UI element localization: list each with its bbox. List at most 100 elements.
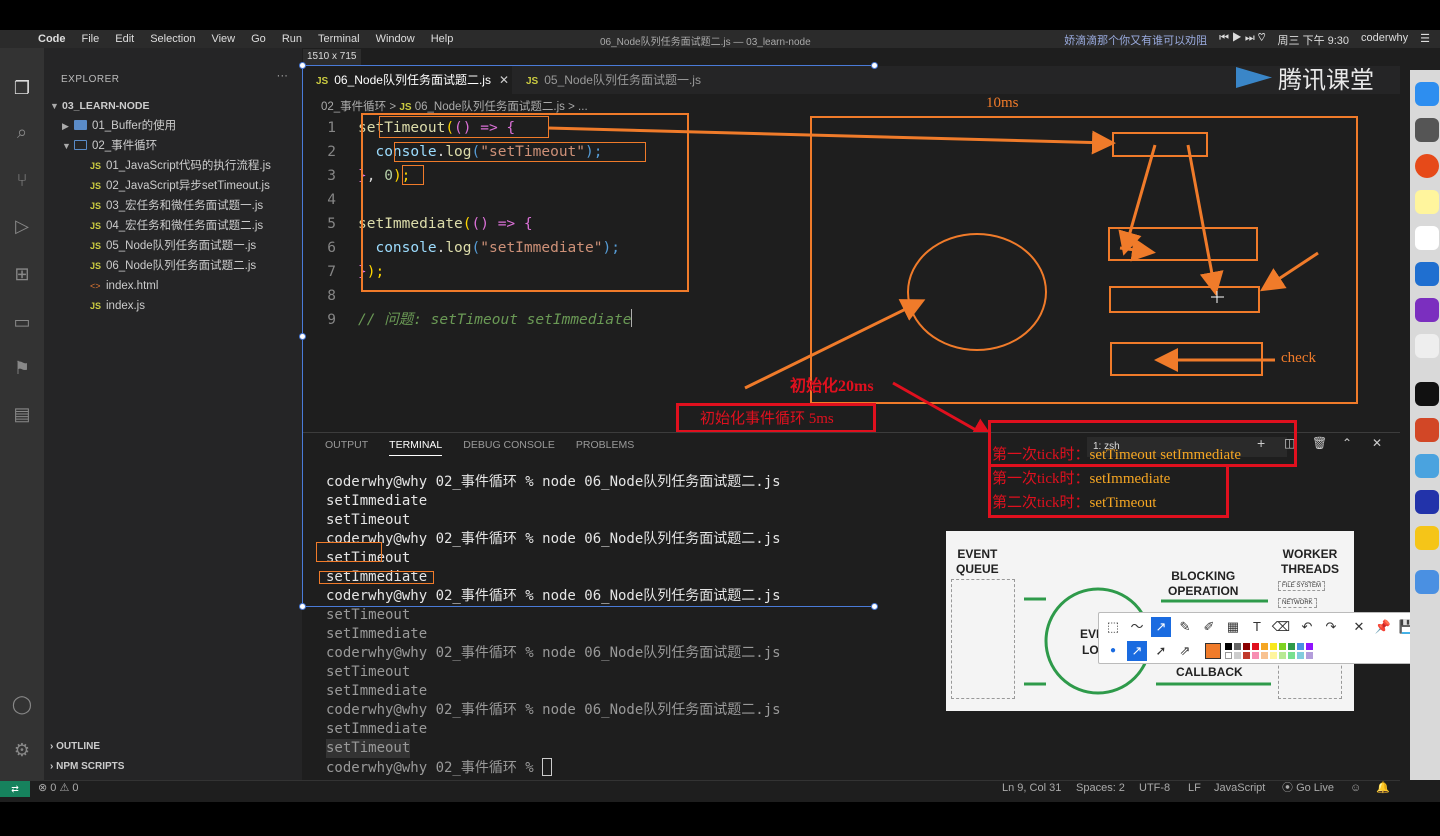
launchpad-icon[interactable] <box>1415 118 1439 142</box>
language-mode[interactable]: JavaScript <box>1214 781 1265 795</box>
remote-indicator-icon[interactable]: ⇄ <box>0 781 30 797</box>
run-debug-icon[interactable]: ▷ <box>10 214 34 238</box>
source-control-icon[interactable]: ⑂ <box>10 168 34 192</box>
current-color-swatch[interactable] <box>1205 643 1221 659</box>
resize-handle[interactable] <box>299 62 306 69</box>
folder-icon[interactable]: ▤ <box>10 402 34 426</box>
menu-terminal[interactable]: Terminal <box>310 33 368 45</box>
color-swatch[interactable] <box>1297 652 1304 659</box>
workspace-root[interactable]: ▼ 03_LEARN-NODE <box>44 96 302 116</box>
color-swatch[interactable] <box>1252 643 1259 650</box>
typora-icon[interactable] <box>1415 334 1439 358</box>
line-endings[interactable]: LF <box>1188 781 1201 795</box>
bookmark-icon[interactable]: ⚑ <box>10 356 34 380</box>
more-actions-icon[interactable]: ··· <box>277 70 289 82</box>
pin-icon[interactable]: 📌 <box>1373 617 1393 637</box>
resize-handle[interactable] <box>871 62 878 69</box>
account-icon[interactable]: ◯ <box>10 692 34 716</box>
file-item[interactable]: JS 04_宏任务和微任务面试题二.js <box>44 216 302 236</box>
color-swatch[interactable] <box>1261 652 1268 659</box>
indentation[interactable]: Spaces: 2 <box>1076 781 1125 795</box>
folder-icon[interactable] <box>1415 570 1439 594</box>
problems-count[interactable]: ⊗ 0 ⚠ 0 <box>38 781 78 795</box>
file-item[interactable]: JS 05_Node队列任务面试题一.js <box>44 236 302 256</box>
resize-handle[interactable] <box>299 603 306 610</box>
menu-edit[interactable]: Edit <box>107 33 142 45</box>
app-icon[interactable] <box>1415 526 1439 550</box>
resize-handle[interactable] <box>871 603 878 610</box>
color-swatch[interactable] <box>1306 652 1313 659</box>
menu-run[interactable]: Run <box>274 33 310 45</box>
files-icon[interactable]: ❐ <box>10 76 34 100</box>
menu-help[interactable]: Help <box>423 33 462 45</box>
user-name[interactable]: coderwhy <box>1361 32 1408 48</box>
feedback-icon[interactable]: ☺ <box>1350 781 1361 795</box>
menu-file[interactable]: File <box>74 33 108 45</box>
marker-icon[interactable]: ✐ <box>1199 617 1219 637</box>
maximize-panel-icon[interactable]: ⌃ <box>1342 436 1352 450</box>
color-swatch[interactable] <box>1306 643 1313 650</box>
curve-icon[interactable]: 〜 <box>1127 617 1147 637</box>
app-icon[interactable] <box>1415 454 1439 478</box>
npm-scripts-section[interactable]: › NPM SCRIPTS <box>50 761 124 772</box>
clock[interactable]: 周三 下午 9:30 <box>1278 32 1350 48</box>
redo-icon[interactable]: ↷ <box>1321 617 1341 637</box>
go-live-button[interactable]: ⦿ Go Live <box>1282 781 1334 795</box>
app-icon[interactable] <box>1415 490 1439 514</box>
menu-window[interactable]: Window <box>368 33 423 45</box>
notifications-icon[interactable]: 🔔 <box>1376 781 1390 795</box>
arrow-style-3-icon[interactable]: ⇗ <box>1175 641 1195 661</box>
color-swatch[interactable] <box>1243 643 1250 650</box>
search-icon[interactable]: ⌕ <box>10 120 34 144</box>
trash-icon[interactable]: 🗑 <box>1312 436 1327 450</box>
undo-icon[interactable]: ↶ <box>1297 617 1317 637</box>
arrow-tool-icon[interactable]: ↗ <box>1151 617 1171 637</box>
menu-app[interactable]: Code <box>30 33 74 45</box>
text-tool-icon[interactable]: T <box>1247 617 1267 637</box>
vscode-icon[interactable] <box>1415 262 1439 286</box>
arrow-style-2-icon[interactable]: ➚ <box>1151 641 1171 661</box>
resize-handle[interactable] <box>299 333 306 340</box>
color-swatch[interactable] <box>1288 652 1295 659</box>
file-item[interactable]: JS index.js <box>44 296 302 316</box>
chrome-icon[interactable] <box>1415 154 1439 178</box>
calendar-icon[interactable] <box>1415 226 1439 250</box>
file-item[interactable]: <> index.html <box>44 276 302 296</box>
pen-icon[interactable]: ✎ <box>1175 617 1195 637</box>
color-swatch[interactable] <box>1270 643 1277 650</box>
file-item[interactable]: JS 02_JavaScript异步setTimeout.js <box>44 176 302 196</box>
eraser-icon[interactable]: ⌫ <box>1271 617 1291 637</box>
mosaic-icon[interactable]: ▦ <box>1223 617 1243 637</box>
control-center-icon[interactable]: ☰ <box>1420 32 1430 48</box>
terminal-icon[interactable] <box>1415 382 1439 406</box>
settings-gear-icon[interactable]: ⚙ <box>10 738 34 762</box>
notes-icon[interactable] <box>1415 190 1439 214</box>
color-swatch[interactable] <box>1279 652 1286 659</box>
media-controls-icon[interactable]: ⏮ ▶ ⏭ ♡ <box>1219 32 1265 48</box>
folder-buffer[interactable]: ▶ 01_Buffer的使用 <box>44 116 302 136</box>
extensions-icon[interactable]: ⊞ <box>10 262 34 286</box>
encoding[interactable]: UTF-8 <box>1139 781 1170 795</box>
color-swatch[interactable] <box>1234 652 1241 659</box>
arrow-style-icon[interactable]: ↗ <box>1127 641 1147 661</box>
color-swatch[interactable] <box>1252 652 1259 659</box>
color-swatch[interactable] <box>1288 643 1295 650</box>
onenote-icon[interactable] <box>1415 298 1439 322</box>
size-dot-icon[interactable]: ● <box>1103 641 1123 661</box>
color-swatch[interactable] <box>1261 643 1268 650</box>
color-swatch[interactable] <box>1234 643 1241 650</box>
menu-go[interactable]: Go <box>243 33 274 45</box>
powerpoint-icon[interactable] <box>1415 418 1439 442</box>
file-item[interactable]: JS 01_JavaScript代码的执行流程.js <box>44 156 302 176</box>
color-swatch[interactable] <box>1297 643 1304 650</box>
color-swatch[interactable] <box>1279 643 1286 650</box>
close-panel-icon[interactable]: ✕ <box>1372 436 1382 450</box>
finder-icon[interactable] <box>1415 82 1439 106</box>
menu-view[interactable]: View <box>203 33 243 45</box>
color-swatch[interactable] <box>1270 652 1277 659</box>
outline-section[interactable]: › OUTLINE <box>50 741 100 752</box>
cancel-icon[interactable]: ✕ <box>1349 617 1369 637</box>
rect-select-icon[interactable]: ⬚ <box>1103 617 1123 637</box>
file-item-active[interactable]: JS 06_Node队列任务面试题二.js <box>44 256 302 276</box>
remote-explorer-icon[interactable]: ▭ <box>10 310 34 334</box>
